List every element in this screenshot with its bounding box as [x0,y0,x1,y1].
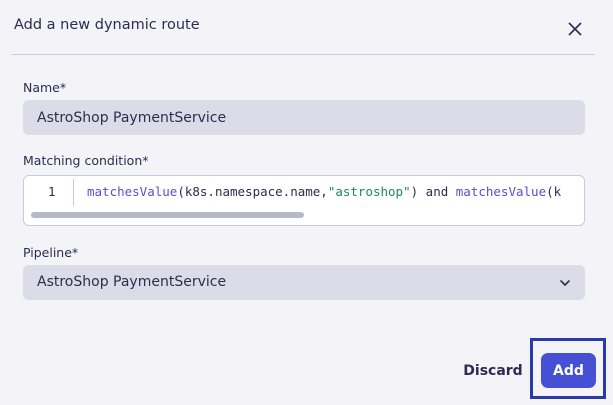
close-button[interactable] [562,16,588,42]
discard-button[interactable]: Discard [460,355,526,387]
code-function: matchesValue [87,184,178,199]
line-number: 1 [48,184,56,199]
code-function: matchesValue [455,184,547,199]
code-args: (k [546,184,562,199]
pipeline-selected-value: AstroShop PaymentService [37,274,227,290]
condition-label: Matching condition* [23,153,149,168]
add-button[interactable]: Add [541,353,596,388]
name-input[interactable] [23,100,585,135]
code-string: "astroshop" [327,184,411,199]
condition-editor[interactable]: 1 matchesValue(k8s.namespace.name,"astro… [23,175,585,226]
code-operator: ) and [410,184,456,199]
header-divider [12,54,595,55]
name-label: Name* [23,80,67,95]
chevron-down-icon [560,280,570,286]
close-icon [568,22,582,36]
condition-code[interactable]: matchesValue(k8s.namespace.name,"astrosh… [87,184,561,199]
horizontal-scrollbar[interactable] [31,212,304,218]
dialog-header: Add a new dynamic route [0,0,613,56]
pipeline-select[interactable]: AstroShop PaymentService [23,265,585,300]
gutter-divider [73,179,74,206]
code-args: (k8s.namespace.name, [177,184,328,199]
pipeline-label: Pipeline* [23,245,79,260]
dialog-title: Add a new dynamic route [14,17,200,33]
